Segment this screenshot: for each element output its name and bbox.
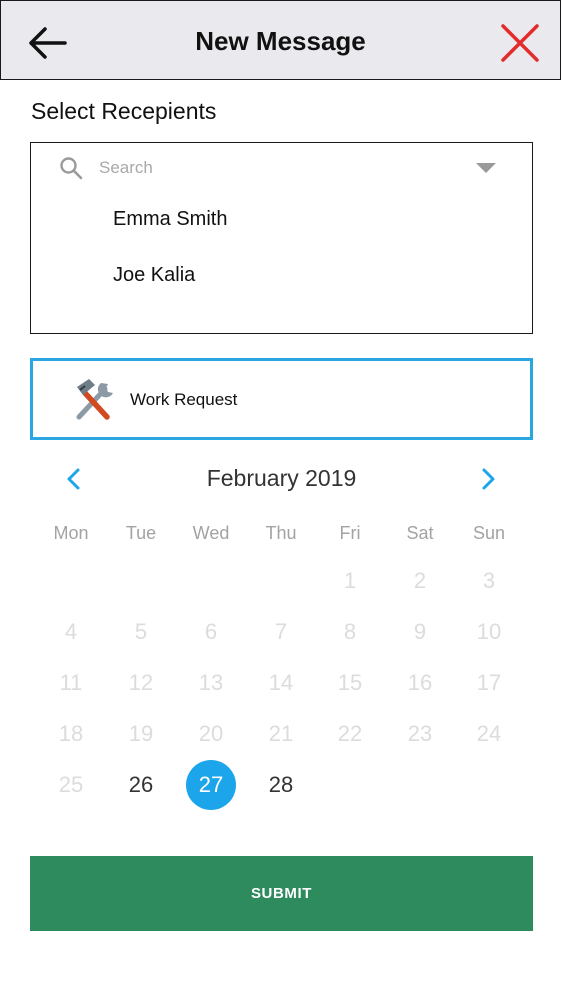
calendar-day: 21 [268,721,294,746]
calendar-day: 23 [407,721,433,746]
calendar-day: 9 [413,619,427,644]
close-button[interactable] [497,20,543,66]
calendar-day: 11 [59,670,83,695]
submit-button[interactable]: SUBMIT [30,856,533,931]
caret-down-icon[interactable] [475,161,497,175]
previous-month-button[interactable] [62,466,86,492]
app-header: New Message [0,0,561,80]
calendar-day: 15 [337,670,363,695]
weekday-header: Sat [406,523,434,543]
message-type-label: Work Request [130,390,238,409]
weekday-header: Fri [339,523,361,543]
recipients-picker: Emma Smith Joe Kalia [30,142,533,334]
search-icon [60,157,83,180]
calendar-day: 16 [407,670,433,695]
close-x-icon [501,24,539,62]
calendar-day: 6 [204,619,218,644]
calendar-day: 3 [482,568,496,593]
calendar-day: 8 [343,619,357,644]
tools-icon [76,379,113,420]
calendar-day: 2 [413,568,427,593]
weekday-header: Wed [192,523,230,543]
calendar-day: 20 [198,721,224,746]
calendar-day: 4 [64,619,78,644]
weekday-header: Tue [125,523,157,543]
page-title: New Message [195,26,366,56]
calendar-day: 18 [58,721,84,746]
calendar-day: 17 [476,670,502,695]
search-input[interactable] [99,155,459,181]
message-type-selector[interactable]: Work Request [30,358,533,440]
chevron-right-icon [482,468,495,490]
weekday-header: Thu [265,523,297,543]
weekday-header: Mon [53,523,89,543]
next-month-button[interactable] [476,466,500,492]
recipient-item[interactable]: Joe Kalia [113,264,195,287]
calendar-day: 14 [268,670,294,695]
calendar-day: 12 [128,670,154,695]
calendar-day[interactable]: 26 [116,760,166,810]
calendar-day: 24 [476,721,502,746]
calendar-day: 10 [476,619,502,644]
weekday-header: Sun [472,523,506,543]
calendar-day: 1 [343,568,357,593]
calendar-day: 25 [58,772,84,797]
chevron-left-icon [67,468,80,490]
calendar-day: 7 [274,619,288,644]
calendar-day-selected[interactable]: 27 [186,760,236,810]
calendar-day: 19 [128,721,154,746]
calendar-day: 22 [337,721,363,746]
calendar-day[interactable]: 28 [256,760,306,810]
calendar-day: 5 [134,619,148,644]
calendar-day: 13 [198,670,224,695]
recipients-label: Select Recepients [31,98,217,124]
recipient-item[interactable]: Emma Smith [113,208,227,231]
